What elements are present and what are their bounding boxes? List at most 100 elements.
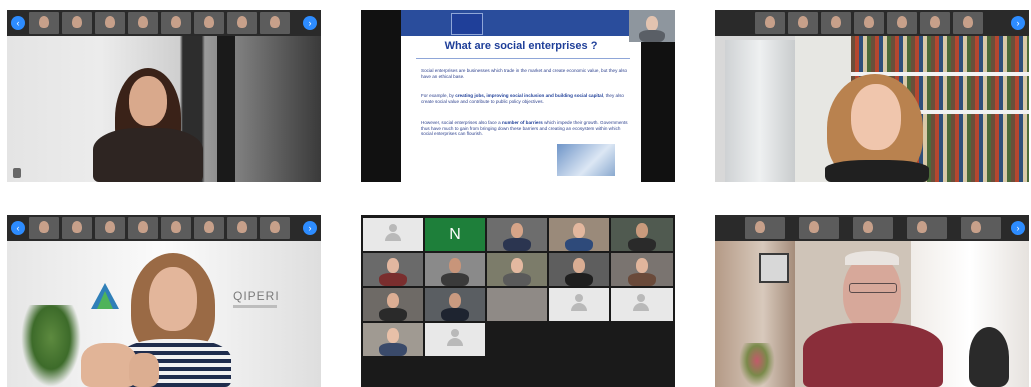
participant-thumb[interactable] [227, 12, 257, 34]
participant-strip [715, 215, 1029, 241]
participant-face [636, 223, 648, 238]
gallery-tile[interactable] [549, 218, 609, 251]
participant-face [573, 223, 585, 238]
participant-thumb[interactable] [128, 217, 158, 239]
presenter-face [646, 16, 658, 31]
participant-thumb[interactable] [907, 217, 947, 239]
participant-face [387, 258, 399, 273]
person-glasses [849, 283, 897, 293]
gallery-tile[interactable] [425, 288, 485, 321]
participant-thumb[interactable] [799, 217, 839, 239]
participant-thumb[interactable] [953, 12, 983, 34]
participant-thumb[interactable] [161, 12, 191, 34]
logo-text: QIPERI [233, 289, 280, 303]
screenshot-speaker-woman-gesturing: ‹ › QIPERI [7, 215, 321, 387]
participant-thumb[interactable] [29, 12, 59, 34]
gallery-tile-initial[interactable]: N [425, 218, 485, 251]
participant-thumb[interactable] [260, 12, 290, 34]
slide-paragraph-2-emphasis: creating jobs, improving social inclusio… [455, 93, 604, 98]
participant-thumb[interactable] [854, 12, 884, 34]
participant-thumb[interactable] [260, 217, 290, 239]
participant-thumb[interactable] [194, 217, 224, 239]
avatar-placeholder-icon [571, 294, 587, 311]
participant-thumb[interactable] [755, 12, 785, 34]
person-torso [803, 323, 943, 387]
microphone [969, 327, 1009, 387]
chevron-right-icon[interactable]: › [1011, 221, 1025, 235]
participant-thumb[interactable] [853, 217, 893, 239]
gallery-tile[interactable] [611, 253, 673, 286]
picture-frame [759, 253, 789, 283]
logo-subtext-line [233, 305, 277, 308]
presenter-video-thumb[interactable] [629, 10, 675, 42]
gallery-tile[interactable] [611, 288, 673, 321]
gallery-tile[interactable] [549, 288, 609, 321]
participant-face [636, 258, 648, 273]
participant-face [387, 293, 399, 308]
gallery-tile[interactable] [363, 253, 423, 286]
gallery-tile[interactable] [363, 288, 423, 321]
participant-thumb[interactable] [920, 12, 950, 34]
gallery-tile[interactable] [611, 218, 673, 251]
participant-face [449, 293, 461, 308]
presenter-torso [639, 30, 665, 42]
eu-flag-icon [451, 13, 483, 35]
participant-torso [628, 238, 656, 251]
gallery-tile[interactable] [363, 323, 423, 356]
participant-thumb[interactable] [194, 12, 224, 34]
gallery-tile[interactable] [549, 253, 609, 286]
chevron-right-icon[interactable]: › [1011, 16, 1025, 30]
chevron-left-icon[interactable]: ‹ [11, 221, 25, 235]
mic-icon [13, 168, 21, 178]
gallery-tile[interactable] [487, 253, 547, 286]
plant [21, 305, 81, 387]
participant-thumb[interactable] [95, 217, 125, 239]
slide-paragraph-2: For example, by creating jobs, improving… [421, 93, 631, 104]
participant-face [511, 223, 523, 238]
person-torso [825, 160, 929, 182]
person-face [851, 84, 901, 150]
participant-torso [628, 273, 656, 286]
participant-thumb[interactable] [128, 12, 158, 34]
participant-thumb[interactable] [821, 12, 851, 34]
participant-thumb[interactable] [788, 12, 818, 34]
participant-thumb[interactable] [62, 217, 92, 239]
participant-face [511, 258, 523, 273]
participant-strip [7, 10, 321, 36]
participant-thumb[interactable] [161, 217, 191, 239]
screenshot-speaker-older-man: › [715, 215, 1029, 387]
slide-header-bar [401, 10, 641, 36]
participant-thumb[interactable] [29, 217, 59, 239]
door-frame [217, 36, 235, 182]
participant-thumb[interactable] [961, 217, 1001, 239]
avatar-placeholder-icon [633, 294, 649, 311]
chevron-left-icon[interactable]: ‹ [11, 16, 25, 30]
participant-thumb[interactable] [887, 12, 917, 34]
slide-title: What are social enterprises ? [444, 40, 598, 52]
participant-torso [441, 273, 469, 286]
slide-paragraph-3: However, social enterprises also face a … [421, 120, 631, 137]
gallery-tile[interactable] [487, 288, 547, 321]
gallery-tile[interactable] [425, 323, 485, 356]
gallery-tile[interactable] [363, 218, 423, 251]
participant-thumb[interactable] [62, 12, 92, 34]
chevron-right-icon[interactable]: › [303, 16, 317, 30]
participant-face [449, 258, 461, 273]
gallery-tile[interactable] [425, 253, 485, 286]
slide-divider [416, 58, 630, 59]
gallery-tile[interactable] [487, 218, 547, 251]
participant-thumb[interactable] [95, 12, 125, 34]
logo-triangle-icon [91, 283, 119, 309]
participant-thumb[interactable] [745, 217, 785, 239]
slide-left-margin [361, 10, 401, 182]
screenshot-speaker-blonde-woman: › [715, 10, 1029, 182]
screenshot-gallery-view: N [361, 215, 675, 387]
person-torso [93, 128, 203, 182]
participant-torso [565, 238, 593, 251]
participant-torso [503, 238, 531, 251]
chevron-right-icon[interactable]: › [303, 221, 317, 235]
avatar-placeholder-icon [447, 329, 463, 346]
slide-paragraph-3-emphasis: number of barriers [501, 120, 543, 125]
participant-thumb[interactable] [227, 217, 257, 239]
slide-paragraph-3-start: However, social enterprises also face a [421, 120, 502, 125]
